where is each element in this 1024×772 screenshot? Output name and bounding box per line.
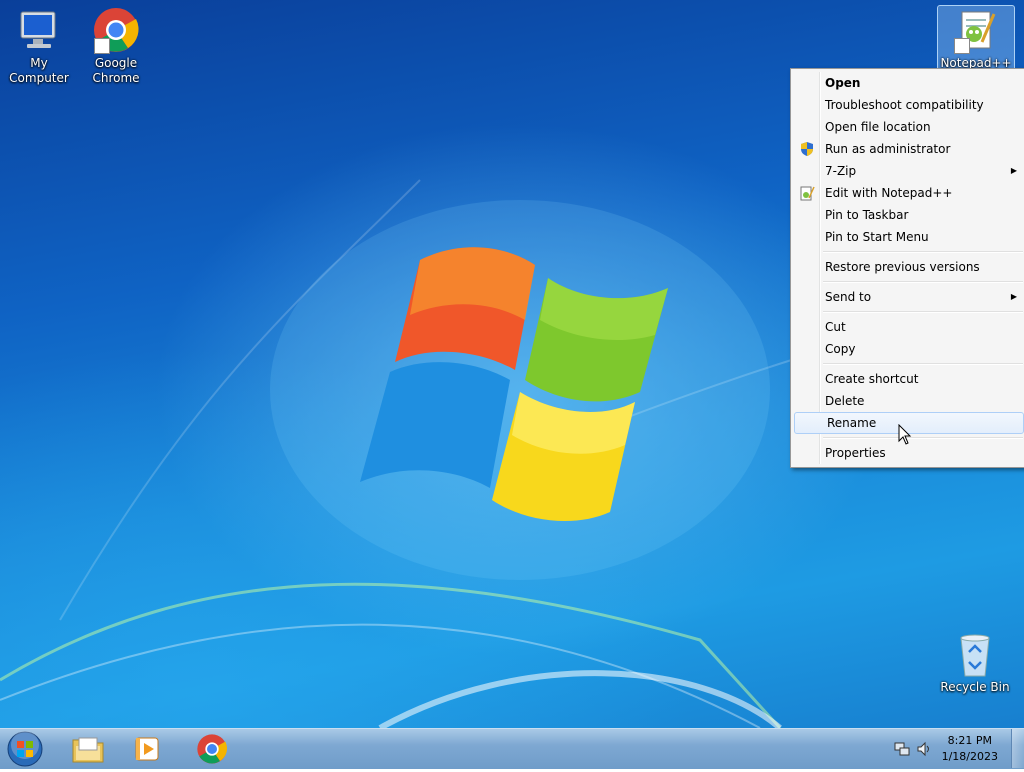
notepad-plus-plus-icon <box>799 185 815 201</box>
uac-shield-icon <box>799 141 815 157</box>
menu-item-edit-with-notepad-plus-plus[interactable]: Edit with Notepad++ <box>793 182 1024 204</box>
taskbar: 8:21 PM 1/18/2023 <box>0 728 1024 769</box>
menu-item-pin-to-start-menu[interactable]: Pin to Start Menu <box>793 226 1024 248</box>
desktop-icon-label: Google Chrome <box>92 56 140 85</box>
menu-item-troubleshoot-compatibility[interactable]: Troubleshoot compatibility <box>793 94 1024 116</box>
menu-separator <box>823 363 1023 365</box>
menu-item-label: Restore previous versions <box>825 260 980 274</box>
menu-item-send-to[interactable]: Send to ▶ <box>793 286 1024 308</box>
chrome-icon <box>92 6 140 54</box>
menu-item-7-zip[interactable]: 7-Zip ▶ <box>793 160 1024 182</box>
desktop-icon-recycle-bin[interactable]: Recycle Bin <box>937 630 1013 695</box>
menu-item-run-as-administrator[interactable]: Run as administrator <box>793 138 1024 160</box>
desktop-icon-my-computer[interactable]: My Computer <box>1 6 77 86</box>
menu-item-open[interactable]: Open <box>793 72 1024 94</box>
menu-item-label: Delete <box>825 394 865 408</box>
menu-item-label: 7-Zip <box>825 164 857 178</box>
menu-item-label: Cut <box>825 320 846 334</box>
desktop-icon-google-chrome[interactable]: Google Chrome <box>78 6 154 86</box>
menu-item-label: Create shortcut <box>825 372 919 386</box>
computer-icon <box>15 6 63 54</box>
submenu-arrow-icon: ▶ <box>1010 292 1017 301</box>
clock[interactable]: 8:21 PM 1/18/2023 <box>942 733 998 765</box>
context-menu: Open Troubleshoot compatibility Open fil… <box>790 68 1024 468</box>
menu-separator <box>823 281 1023 283</box>
desktop-icon-label: My Computer <box>9 56 69 85</box>
menu-item-label: Troubleshoot compatibility <box>825 98 984 112</box>
menu-item-label: Pin to Taskbar <box>825 208 909 222</box>
menu-item-create-shortcut[interactable]: Create shortcut <box>793 368 1024 390</box>
volume-icon[interactable] <box>916 741 932 761</box>
clock-date: 1/18/2023 <box>941 750 998 763</box>
menu-item-delete[interactable]: Delete <box>793 390 1024 412</box>
desktop-icon-label: Recycle Bin <box>940 680 1010 694</box>
mouse-cursor-icon <box>898 424 912 445</box>
menu-item-label: Run as administrator <box>825 142 951 156</box>
menu-item-label: Copy <box>825 342 856 356</box>
system-tray: 8:21 PM 1/18/2023 <box>884 729 1024 769</box>
menu-item-label: Edit with Notepad++ <box>825 186 953 200</box>
menu-item-open-file-location[interactable]: Open file location <box>793 116 1024 138</box>
menu-item-label: Open file location <box>825 120 931 134</box>
menu-item-label: Open <box>825 76 861 90</box>
chrome-icon <box>197 734 228 764</box>
taskbar-media-player[interactable] <box>122 731 174 767</box>
menu-separator <box>823 437 1023 439</box>
windows-orb-icon <box>7 731 43 767</box>
shortcut-arrow-icon <box>94 38 110 54</box>
menu-item-label: Properties <box>825 446 886 460</box>
clock-time: 8:21 PM <box>947 734 992 747</box>
menu-item-label: Rename <box>827 416 877 430</box>
taskbar-file-explorer[interactable] <box>62 731 114 767</box>
desktop[interactable]: My Computer Google Chrome Notepad++ Recy… <box>0 0 1024 728</box>
menu-item-pin-to-taskbar[interactable]: Pin to Taskbar <box>793 204 1024 226</box>
folder-icon <box>72 737 104 763</box>
menu-separator <box>823 311 1023 313</box>
menu-item-cut[interactable]: Cut <box>793 316 1024 338</box>
menu-item-copy[interactable]: Copy <box>793 338 1024 360</box>
notepad-plus-plus-icon <box>952 6 1000 54</box>
menu-item-restore-previous-versions[interactable]: Restore previous versions <box>793 256 1024 278</box>
taskbar-google-chrome[interactable] <box>186 731 238 767</box>
network-icon[interactable] <box>894 741 910 761</box>
media-player-icon <box>135 737 159 761</box>
menu-item-label: Send to <box>825 290 872 304</box>
start-button[interactable] <box>4 730 46 768</box>
submenu-arrow-icon: ▶ <box>1010 166 1017 175</box>
menu-item-label: Pin to Start Menu <box>825 230 929 244</box>
desktop-icon-notepad-plus-plus[interactable]: Notepad++ <box>937 5 1015 71</box>
shortcut-arrow-icon <box>954 38 970 54</box>
show-desktop-button[interactable] <box>1011 729 1024 768</box>
recycle-bin-icon <box>951 630 999 678</box>
menu-separator <box>823 251 1023 253</box>
